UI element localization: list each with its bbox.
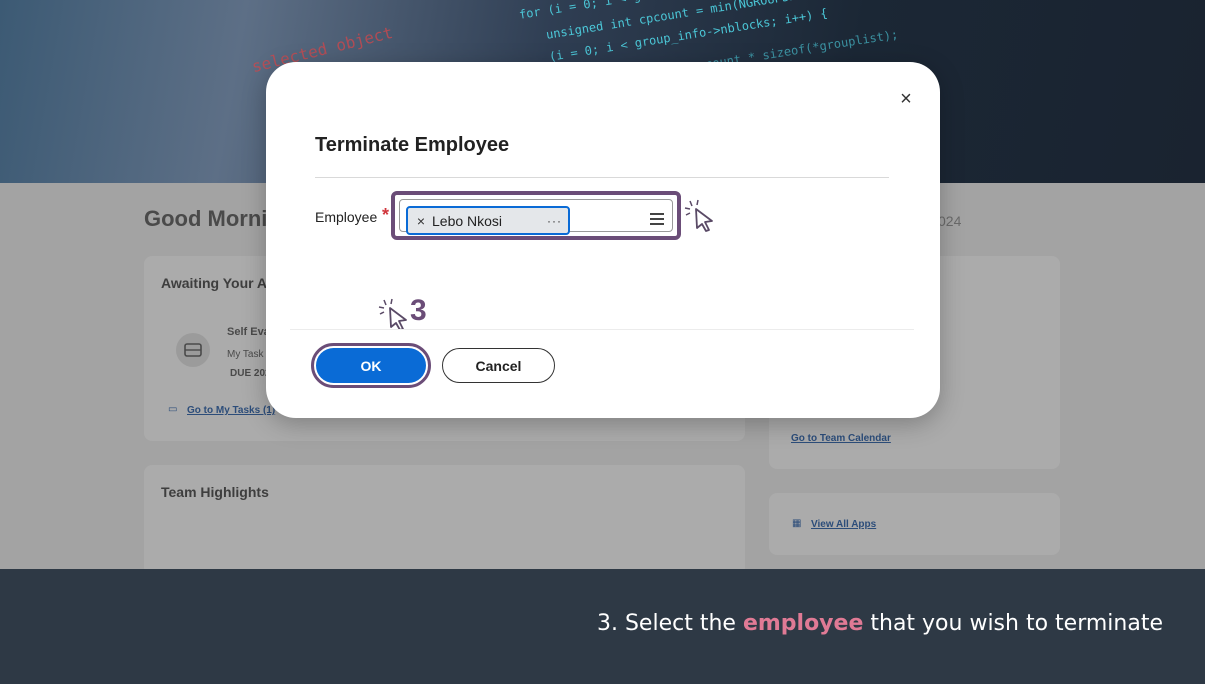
task-title[interactable]: Self Eva (227, 326, 270, 338)
instruction-prefix: 3. Select the (596, 611, 743, 636)
cancel-button[interactable]: Cancel (442, 348, 555, 383)
instruction-highlight: employee (742, 611, 864, 636)
footer-divider (290, 329, 914, 330)
task-subtitle: My Task (227, 349, 264, 360)
step-cursor-icon (378, 298, 407, 330)
tasks-icon: ▭ (168, 404, 178, 415)
team-calendar-link[interactable]: Go to Team Calendar (791, 433, 891, 444)
employee-label: Employee (315, 209, 378, 225)
title-divider (315, 177, 889, 178)
instruction-suffix: that you wish to terminate (863, 611, 1163, 636)
remove-icon[interactable]: × (414, 213, 428, 229)
instruction-text: 3. Select the employee that you wish to … (597, 611, 1163, 636)
grid-icon: ▦ (792, 518, 802, 529)
inbox-icon (176, 333, 210, 367)
close-icon[interactable]: × (895, 88, 917, 110)
employee-prompt-input[interactable]: × Lebo Nkosi ··· (399, 199, 673, 235)
task-due: DUE 202 (230, 368, 271, 379)
ok-button[interactable]: OK (316, 348, 426, 383)
greeting: Good Morni (144, 206, 268, 231)
view-all-apps-link[interactable]: View All Apps (811, 519, 876, 530)
step-number: 3 (410, 294, 427, 327)
awaiting-title: Awaiting Your A (161, 275, 268, 291)
instruction-bar: 3. Select the employee that you wish to … (0, 569, 1205, 684)
selected-employee-pill[interactable]: × Lebo Nkosi ··· (406, 206, 570, 235)
terminate-employee-dialog: × Terminate Employee Employee * × Lebo N… (266, 62, 940, 418)
selected-employee-name: Lebo Nkosi (432, 212, 503, 229)
date-text: 024 (938, 213, 962, 229)
list-icon[interactable] (650, 213, 664, 227)
required-indicator: * (382, 205, 390, 225)
click-cursor-icon (684, 199, 713, 232)
more-options-icon[interactable]: ··· (547, 214, 562, 228)
team-highlights-card (144, 465, 745, 575)
employee-field-highlight: × Lebo Nkosi ··· (391, 191, 681, 240)
go-to-tasks-link[interactable]: Go to My Tasks (1) (187, 405, 275, 416)
team-highlights-title: Team Highlights (161, 484, 269, 500)
dialog-title: Terminate Employee (315, 134, 510, 156)
